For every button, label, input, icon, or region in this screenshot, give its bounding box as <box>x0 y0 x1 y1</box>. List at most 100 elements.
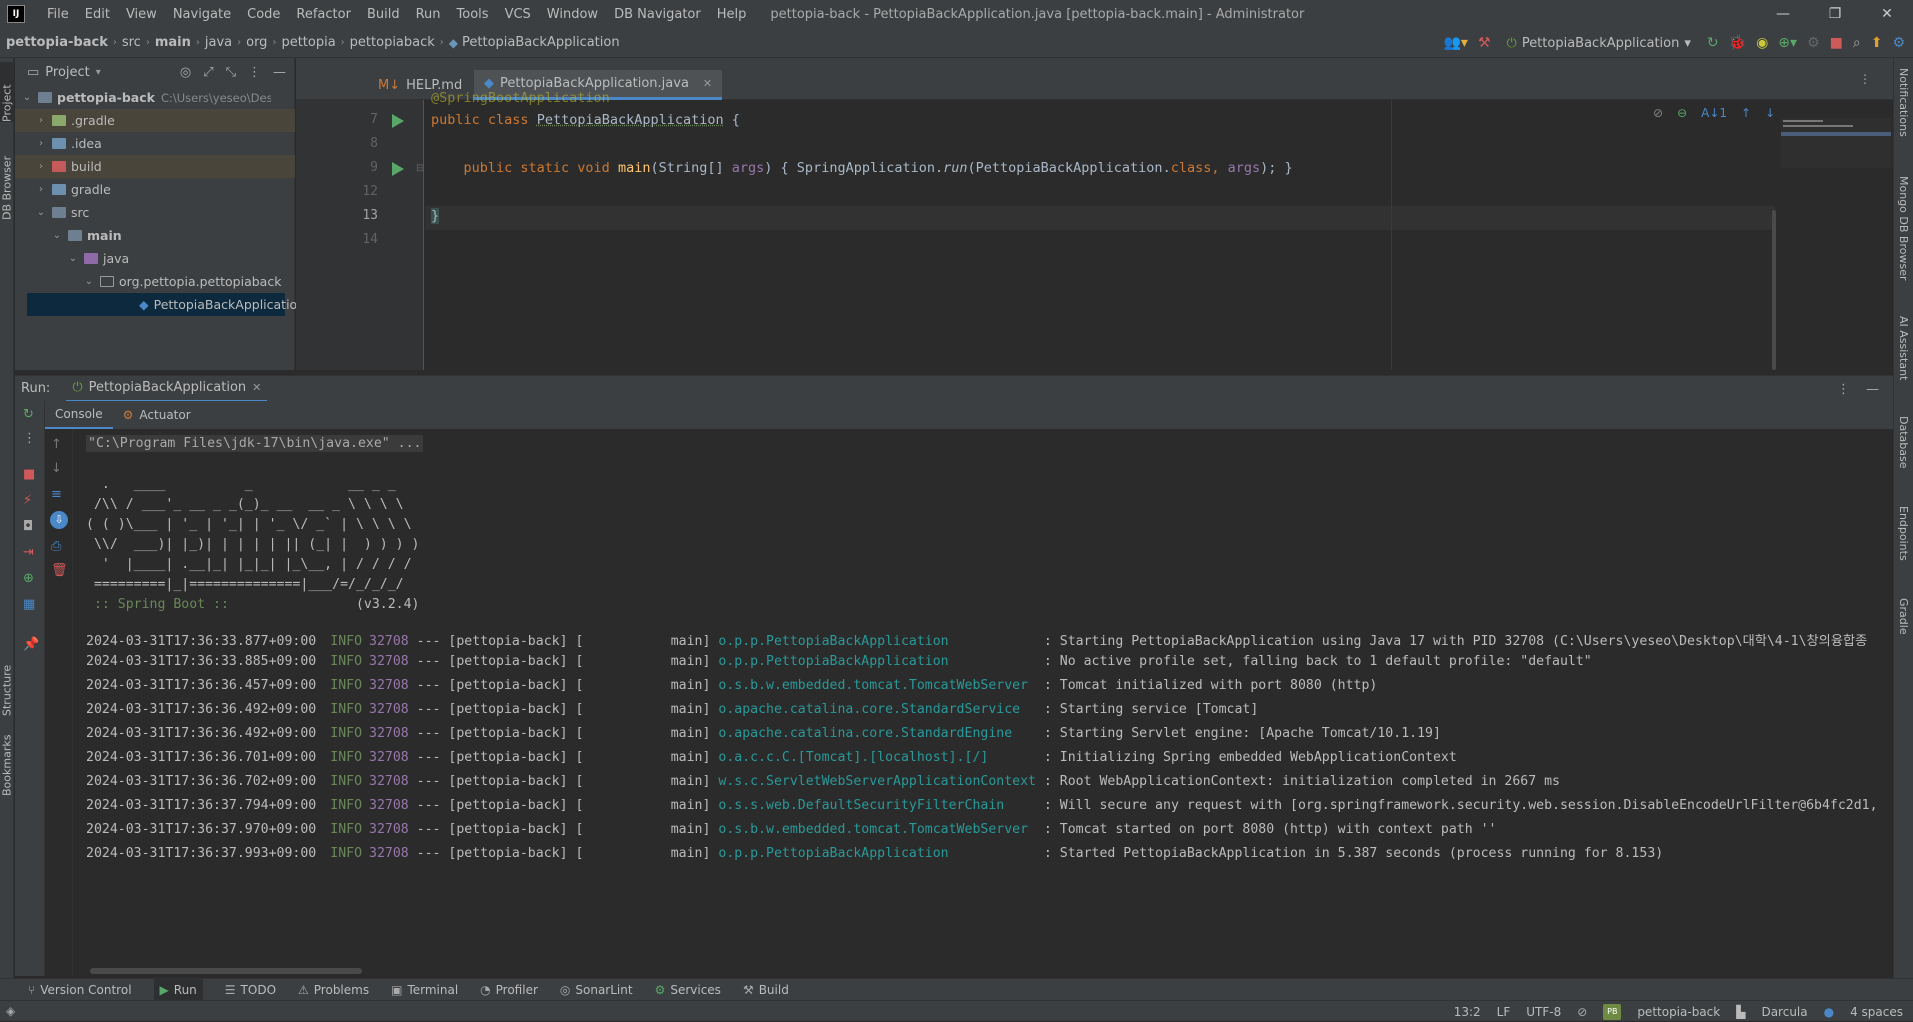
debug-icon[interactable]: 🐞 <box>1729 35 1746 51</box>
menu-file[interactable]: File <box>39 7 77 22</box>
chevron-down-icon[interactable]: ⌄ <box>67 253 79 264</box>
chevron-right-icon[interactable]: › <box>35 184 47 195</box>
tree-item-gradle[interactable]: › gradle <box>15 178 295 201</box>
run-gutter-icon[interactable] <box>392 114 404 128</box>
more-options-icon[interactable]: ⋮ <box>1837 382 1850 397</box>
chevron-down-icon[interactable]: ⌄ <box>83 276 95 287</box>
editor-scrollbar[interactable] <box>1772 210 1776 370</box>
chevron-down-icon[interactable]: ⌄ <box>51 230 63 241</box>
line-separator[interactable]: LF <box>1497 1005 1511 1019</box>
menu-refactor[interactable]: Refactor <box>288 7 359 22</box>
search-icon[interactable]: ⌕ <box>1853 35 1861 51</box>
db-browser-tool-button[interactable]: DB Browser <box>0 130 14 220</box>
rerun-icon[interactable]: ↻ <box>1707 35 1719 51</box>
stop-icon[interactable]: ■ <box>23 467 35 482</box>
breadcrumb-pettopia[interactable]: pettopia <box>281 35 335 50</box>
ok-icon[interactable]: ⊖ <box>1677 106 1687 120</box>
terminal-button[interactable]: ▣ Terminal <box>391 983 458 997</box>
layout-icon[interactable]: ▦ <box>23 597 35 612</box>
camera-icon[interactable]: ◘ <box>23 519 33 534</box>
inspection-icon[interactable]: A↓1 <box>1701 106 1727 120</box>
tree-item-package[interactable]: ⌄ org.pettopia.pettopiaback <box>15 270 295 293</box>
endpoint-icon[interactable]: ⊕ <box>23 571 34 586</box>
rerun-icon[interactable]: ↻ <box>23 407 34 422</box>
tree-item-build[interactable]: › build <box>15 155 295 178</box>
locate-icon[interactable]: ◎ <box>180 65 191 80</box>
more-options-icon[interactable]: ⋮ <box>248 65 261 80</box>
plug-icon[interactable]: ⚡ <box>23 493 32 508</box>
arrow-up-icon[interactable]: ↑ <box>1741 106 1751 120</box>
tree-item-idea[interactable]: › .idea <box>15 132 295 155</box>
trash-icon[interactable]: 🗑 <box>51 563 68 578</box>
breadcrumb-java[interactable]: java <box>205 35 232 50</box>
scroll-to-end-icon[interactable]: ⇩ <box>50 511 68 529</box>
tree-item-main-class[interactable]: ◆ PettopiaBackApplication <box>27 293 305 316</box>
sonarlint-button[interactable]: ◎ SonarLint <box>560 983 633 997</box>
menu-vcs[interactable]: VCS <box>497 7 539 22</box>
project-tool-button[interactable]: Project <box>0 62 14 122</box>
problems-button[interactable]: ⚠ Problems <box>298 983 369 997</box>
close-tab-icon[interactable]: ✕ <box>252 381 261 394</box>
todo-button[interactable]: ☰ TODO <box>225 983 276 997</box>
menu-window[interactable]: Window <box>539 7 606 22</box>
run-gutter-icon[interactable] <box>392 162 404 176</box>
attach-icon[interactable]: ⚙ <box>1807 35 1820 51</box>
file-encoding[interactable]: UTF-8 <box>1526 1005 1561 1019</box>
print-icon[interactable]: ⎙ <box>51 539 61 554</box>
tab-actuator[interactable]: ⚙ Actuator <box>113 401 201 429</box>
bookmarks-tool-button[interactable]: Bookmarks <box>0 724 14 796</box>
chevron-right-icon[interactable]: › <box>35 161 47 172</box>
menu-navigate[interactable]: Navigate <box>165 7 239 22</box>
chevron-right-icon[interactable]: › <box>35 115 47 126</box>
collapse-icon[interactable]: ⤡ <box>226 65 236 80</box>
breadcrumb-org[interactable]: org <box>246 35 267 50</box>
mongo-tool-button[interactable]: Mongo DB Browser <box>1897 176 1910 281</box>
chevron-down-icon[interactable]: ▾ <box>96 67 101 78</box>
project-name[interactable]: pettopia-back <box>1637 1005 1720 1019</box>
arrow-up-icon[interactable]: ↑ <box>51 437 62 452</box>
indent-setting[interactable]: 4 spaces <box>1850 1005 1903 1019</box>
console-horizontal-scrollbar[interactable] <box>90 968 362 974</box>
profile-icon[interactable]: ⊕▾ <box>1778 35 1797 51</box>
chevron-right-icon[interactable]: › <box>35 138 47 149</box>
exit-icon[interactable]: ⇥ <box>23 545 34 560</box>
version-control-button[interactable]: ⑂ Version Control <box>28 983 132 997</box>
build-hammer-icon[interactable]: ⚒ <box>1478 35 1491 51</box>
caret-position[interactable]: 13:2 <box>1454 1005 1481 1019</box>
run-tab[interactable]: ⏻ PettopiaBackApplication ✕ <box>66 376 268 402</box>
more-options-icon[interactable]: ⋮ <box>23 431 36 446</box>
run-config-selector[interactable]: ⏻ PettopiaBackApplication ▾ <box>1501 36 1697 51</box>
menu-db-navigator[interactable]: DB Navigator <box>606 7 709 22</box>
breadcrumb-pettopiaback[interactable]: pettopiaback <box>350 35 435 50</box>
hide-icon[interactable]: — <box>273 65 286 80</box>
menu-view[interactable]: View <box>118 7 165 22</box>
inspection-widget[interactable]: ⊘ ⊖ A↓1 ↑ ↓ <box>1653 106 1775 120</box>
readonly-icon[interactable]: ⊘ <box>1577 1005 1587 1019</box>
pin-icon[interactable]: 📌 <box>23 637 39 652</box>
minimize-icon[interactable]: — <box>1757 0 1809 28</box>
stop-icon[interactable]: ■ <box>1830 35 1843 51</box>
restore-icon[interactable]: ❐ <box>1809 0 1861 28</box>
console-output[interactable]: "C:\Program Files\jdk-17\bin\java.exe" .… <box>74 429 1893 976</box>
status-icon[interactable]: ◈ <box>6 1004 15 1018</box>
breadcrumb-project[interactable]: pettopia-back <box>6 35 108 50</box>
chevron-down-icon[interactable]: ⌄ <box>21 92 33 103</box>
close-icon[interactable]: ✕ <box>1861 0 1913 28</box>
endpoints-tool-button[interactable]: Endpoints <box>1897 506 1910 561</box>
arrow-down-icon[interactable]: ↓ <box>51 461 62 476</box>
tree-item-main[interactable]: ⌄ main <box>15 224 295 247</box>
hide-icon[interactable]: — <box>1866 382 1879 397</box>
update-icon[interactable]: ⬆ <box>1871 35 1883 51</box>
reader-mode-icon[interactable]: ⊘ <box>1653 106 1663 120</box>
expand-icon[interactable]: ⤢ <box>203 65 213 80</box>
ai-assistant-tool-button[interactable]: AI Assistant <box>1897 316 1910 380</box>
project-panel-title[interactable]: Project <box>45 65 89 80</box>
more-tabs-icon[interactable]: ⋮ <box>1859 72 1871 86</box>
menu-help[interactable]: Help <box>709 7 755 22</box>
tree-item-src[interactable]: ⌄ src <box>15 201 295 224</box>
settings-gear-icon[interactable]: ⚙ <box>1892 35 1905 51</box>
code-editor[interactable]: @SpringBootApplication public class Pett… <box>425 90 1775 370</box>
menu-code[interactable]: Code <box>239 7 288 22</box>
services-button[interactable]: ⚙ Services <box>655 983 721 997</box>
menu-edit[interactable]: Edit <box>77 7 118 22</box>
